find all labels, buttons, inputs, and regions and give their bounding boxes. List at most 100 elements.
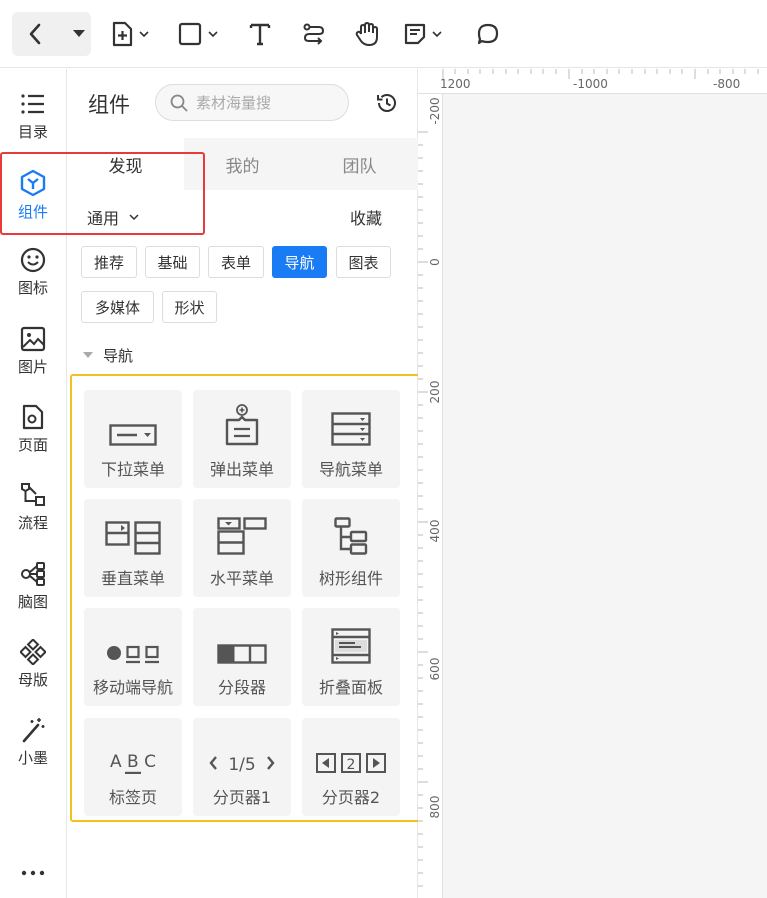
back-button[interactable] (12, 12, 58, 56)
comment-tool-button[interactable] (476, 16, 500, 52)
chip-shape[interactable]: 形状 (162, 291, 217, 323)
nav-item-label: 脑图 (17, 593, 48, 611)
chip-recommend[interactable]: 推荐 (81, 246, 137, 278)
nav-item-master[interactable]: 母版 (0, 633, 66, 703)
note-icon (404, 23, 426, 45)
nav-item-catalog[interactable]: 目录 (0, 85, 66, 155)
component-pagination-1[interactable]: 1/5 分页器1 (193, 718, 291, 816)
ruler-label: 1200 (440, 77, 471, 91)
component-label: 导航菜单 (318, 460, 383, 479)
connector-icon (303, 23, 325, 45)
component-vertical-menu[interactable]: 垂直菜单 (84, 499, 182, 597)
component-horizontal-menu[interactable]: 水平菜单 (193, 499, 291, 597)
component-pagination-2[interactable]: 2 分页器2 (302, 718, 400, 816)
left-nav: 目录 组件 图标 图片 页面 流程 脑图 母版 小墨 (0, 69, 67, 898)
back-dropdown-button[interactable] (68, 12, 90, 56)
pan-tool-button[interactable] (354, 16, 380, 52)
more-button[interactable] (18, 865, 48, 881)
master-icon (20, 639, 46, 665)
component-popup-menu[interactable]: 弹出菜单 (193, 390, 291, 488)
page-icon (22, 404, 44, 430)
category-dropdown[interactable]: 通用 (87, 205, 139, 229)
chip-form[interactable]: 表单 (208, 246, 264, 278)
component-label: 分页器1 (212, 788, 272, 807)
component-label: 折叠面板 (318, 678, 383, 697)
search-input[interactable] (196, 93, 336, 112)
collapse-panel-icon (331, 628, 371, 664)
component-segmented[interactable]: 分段器 (193, 608, 291, 706)
tab-discover[interactable]: 发现 (67, 138, 184, 190)
panel-tabs: 发现 我的 团队 (67, 138, 418, 190)
section-title: 导航 (103, 347, 134, 365)
component-panel: 组件 发现 我的 团队 通用 收藏 推荐 基础 表单 导航 图表 多媒体 形状 … (67, 69, 418, 898)
tabs-icon: A B C (110, 752, 156, 774)
horizontal-menu-icon (217, 517, 267, 555)
shape-tool-button[interactable] (178, 16, 218, 52)
pagination-2-icon-text: 2 (347, 757, 356, 773)
nav-item-components[interactable]: 组件 (0, 163, 66, 233)
new-page-button[interactable] (111, 16, 149, 52)
history-icon (377, 94, 396, 112)
rectangle-icon (178, 22, 202, 46)
category-dropdown-label: 通用 (87, 209, 120, 228)
ruler-label: 200 (428, 380, 442, 404)
chevron-down-icon (129, 213, 139, 220)
chip-navigation[interactable]: 导航 (272, 246, 327, 278)
ruler-label: 0 (428, 258, 442, 266)
more-dots-icon (21, 870, 45, 876)
component-mobile-nav[interactable]: 移动端导航 (84, 608, 182, 706)
history-button[interactable] (375, 91, 399, 115)
nav-item-images[interactable]: 图片 (0, 320, 66, 390)
chip-basic[interactable]: 基础 (145, 246, 200, 278)
section-header-navigation[interactable]: 导航 (83, 345, 133, 366)
text-icon (249, 23, 271, 46)
list-icon (21, 94, 44, 114)
nav-item-label: 母版 (17, 671, 48, 689)
tabs-icon-text: A B C (110, 752, 156, 772)
component-label: 下拉菜单 (100, 460, 165, 479)
nav-item-pages[interactable]: 页面 (0, 398, 66, 468)
component-icon (20, 169, 46, 197)
component-label: 移动端导航 (92, 678, 173, 697)
chip-multimedia[interactable]: 多媒体 (81, 291, 154, 323)
favorites-link[interactable]: 收藏 (350, 205, 382, 229)
component-label: 垂直菜单 (100, 569, 165, 588)
popup-menu-icon (225, 404, 259, 446)
chevron-left-icon (29, 23, 41, 45)
nav-item-mindmap[interactable]: 脑图 (0, 555, 66, 625)
nav-item-label: 组件 (17, 203, 48, 221)
component-tree[interactable]: 树形组件 (302, 499, 400, 597)
smiley-icon (20, 247, 46, 273)
vertical-menu-icon (105, 521, 161, 555)
nav-item-label: 流程 (17, 514, 48, 532)
segmented-control-icon (217, 644, 267, 664)
component-collapse-panel[interactable]: 折叠面板 (302, 608, 400, 706)
chip-chart[interactable]: 图表 (336, 246, 391, 278)
pagination-2-icon: 2 (316, 753, 386, 773)
nav-item-flow[interactable]: 流程 (0, 476, 66, 546)
tab-team[interactable]: 团队 (301, 138, 418, 190)
text-tool-button[interactable] (248, 16, 272, 52)
chevron-down-icon (432, 30, 442, 37)
nav-item-icons[interactable]: 图标 (0, 241, 66, 311)
nav-item-assistant[interactable]: 小墨 (0, 711, 66, 781)
ruler-horizontal: 1200 -1000 -800 (418, 69, 767, 94)
ruler-ticks (418, 131, 428, 887)
note-tool-button[interactable] (404, 16, 442, 52)
tab-mine[interactable]: 我的 (184, 138, 301, 190)
hand-icon (355, 22, 378, 46)
component-tabs[interactable]: A B C 标签页 (84, 718, 182, 816)
component-label: 分页器2 (321, 788, 381, 807)
search-box[interactable] (155, 84, 349, 121)
component-nav-menu[interactable]: 导航菜单 (302, 390, 400, 488)
mindmap-icon (21, 562, 45, 586)
design-canvas[interactable] (443, 94, 767, 898)
connector-tool-button[interactable] (302, 16, 326, 52)
triangle-down-icon (83, 352, 93, 358)
mobile-nav-icon (107, 645, 159, 664)
nav-item-label: 页面 (17, 436, 48, 454)
top-toolbar (0, 0, 767, 68)
caret-down-icon (73, 30, 85, 37)
component-dropdown-menu[interactable]: 下拉菜单 (84, 390, 182, 488)
component-label: 分段器 (217, 678, 266, 697)
